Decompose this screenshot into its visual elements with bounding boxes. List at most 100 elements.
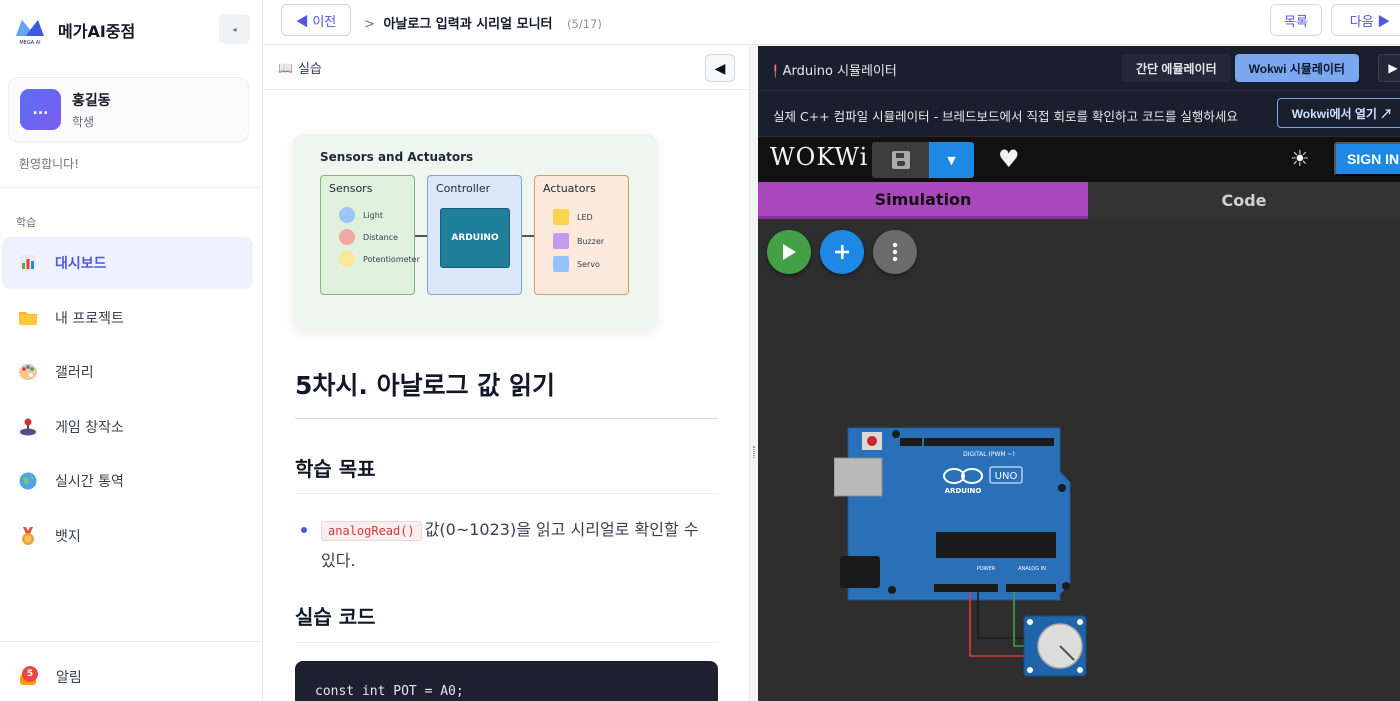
simulator-header: ╿ Arduino 시뮬레이터 간단 에뮬레이터 Wokwi 시뮬레이터 ▶ bbox=[758, 46, 1400, 90]
simple-emulator-button[interactable]: 간단 에뮬레이터 bbox=[1122, 54, 1231, 82]
actuator-item: Buzzer bbox=[553, 233, 604, 249]
save-dropdown-button[interactable]: ▼ bbox=[929, 142, 974, 178]
more-vertical-icon bbox=[892, 242, 898, 262]
theme-toggle-icon[interactable]: ☀ bbox=[1290, 147, 1310, 172]
sidebar-item-label: 대시보드 bbox=[55, 256, 107, 272]
lesson-panel[interactable]: 📖 실습 ◀ Sensors and Actuators Sensors Lig… bbox=[263, 46, 750, 701]
sensors-title: Sensors bbox=[329, 182, 373, 195]
sidebar-item-label: 내 프로젝트 bbox=[55, 310, 124, 327]
heart-icon[interactable]: ♥ bbox=[998, 145, 1020, 173]
prev-button[interactable]: ◀ 이전 bbox=[281, 4, 351, 36]
simulator-description: 실제 C++ 컴파일 시뮬레이터 - 브레드보드에서 직접 회로를 확인하고 코… bbox=[773, 109, 1238, 124]
globe-icon bbox=[18, 471, 38, 491]
sensor-item: Distance bbox=[339, 229, 398, 245]
power-label: POWER bbox=[977, 566, 996, 572]
sidebar-divider bbox=[0, 641, 263, 642]
title-divider bbox=[295, 418, 718, 419]
board-brand: ARDUINO bbox=[945, 487, 982, 495]
sensor-item: Potentiometer bbox=[339, 251, 420, 267]
brand-logo[interactable]: MEGA AI bbox=[12, 12, 48, 48]
joystick-icon bbox=[18, 417, 38, 437]
controller-title: Controller bbox=[436, 182, 491, 195]
digital-label: DIGITAL (PWM ~) bbox=[963, 451, 1015, 458]
tab-code[interactable]: Code bbox=[1088, 182, 1400, 219]
sensors-box: Sensors Light Distance Potentiometer bbox=[320, 175, 420, 295]
book-icon: 📖 bbox=[278, 60, 293, 75]
actuators-title: Actuators bbox=[543, 182, 596, 195]
arduino-uno-board[interactable]: DIGITAL (PWM ~) UNO ARDUINO POWER ANALOG… bbox=[834, 424, 1094, 684]
list-button[interactable]: 목록 bbox=[1270, 4, 1322, 36]
actuator-item: Servo bbox=[553, 256, 600, 272]
sidebar-item-label: 게임 창작소 bbox=[55, 419, 124, 436]
next-button[interactable]: 다음 ▶ bbox=[1331, 4, 1400, 36]
inline-code: analogRead() bbox=[321, 521, 422, 541]
notification-badge: 5 bbox=[22, 666, 38, 682]
user-role: 학생 bbox=[72, 114, 95, 129]
tab-simulation[interactable]: Simulation bbox=[758, 182, 1088, 219]
sidebar: MEGA AI 메가AI중점 ◂ ... 홍길동 학생 환영합니다! 학습 대시… bbox=[0, 0, 263, 701]
sidebar-item-dashboard[interactable]: 대시보드 bbox=[2, 237, 253, 289]
breadcrumb-arrow: > bbox=[364, 17, 375, 32]
sensors-actuators-diagram: Sensors and Actuators Sensors Light Dist… bbox=[293, 134, 657, 330]
actuator-item: LED bbox=[553, 209, 593, 225]
sidebar-item-badges[interactable]: 뱃지 bbox=[2, 510, 253, 562]
diagram-title: Sensors and Actuators bbox=[320, 150, 474, 164]
sidebar-item-label: 실시간 통역 bbox=[55, 474, 124, 491]
connector-line bbox=[522, 235, 534, 237]
sidebar-nav: 대시보드 내 프로젝트 갤러리 게임 창작소 실시간 통역 뱃지 bbox=[2, 237, 253, 565]
code-block[interactable]: const int POT = A0; bbox=[295, 661, 718, 701]
sidebar-item-label: 갤러리 bbox=[55, 365, 94, 382]
actuators-box: Actuators LED Buzzer Servo bbox=[534, 175, 629, 295]
page-title: 아날로그 입력과 시리얼 모니터 bbox=[383, 17, 553, 32]
arduino-chip: ARDUINO bbox=[440, 208, 510, 268]
add-part-button[interactable] bbox=[820, 230, 864, 274]
panel-toggle-button[interactable]: ◀ bbox=[705, 54, 735, 82]
start-simulation-button[interactable] bbox=[767, 230, 811, 274]
code-line: const int POT = A0; bbox=[315, 684, 464, 699]
code-heading: 실습 코드 bbox=[295, 605, 376, 629]
sensor-item: Light bbox=[339, 207, 383, 223]
sidebar-item-game-studio[interactable]: 게임 창작소 bbox=[2, 401, 253, 453]
chart-icon bbox=[18, 253, 38, 273]
lesson-header-label: 실습 bbox=[297, 62, 322, 77]
user-card[interactable]: ... 홍길동 학생 bbox=[8, 77, 249, 142]
connector-line bbox=[415, 235, 427, 237]
simulator-mode-toggle: 간단 에뮬레이터 Wokwi 시뮬레이터 bbox=[1122, 54, 1359, 82]
sidebar-item-live-translate[interactable]: 실시간 통역 bbox=[2, 455, 253, 507]
notifications-item[interactable]: 5 알림 bbox=[0, 658, 263, 696]
simulator-subheader: 실제 C++ 컴파일 시뮬레이터 - 브레드보드에서 직접 회로를 확인하고 코… bbox=[758, 90, 1400, 136]
brand-name: 메가AI중점 bbox=[58, 22, 136, 41]
sign-in-button[interactable]: SIGN IN bbox=[1334, 142, 1400, 176]
simulator-title: ╿ Arduino 시뮬레이터 bbox=[772, 64, 897, 79]
lesson-progress: (5/17) bbox=[567, 17, 602, 31]
sidebar-item-my-projects[interactable]: 내 프로젝트 bbox=[2, 292, 253, 344]
notifications-label: 알림 bbox=[56, 670, 82, 686]
save-button[interactable] bbox=[872, 142, 929, 178]
wokwi-tabs: Simulation Code bbox=[758, 182, 1400, 219]
heading-divider bbox=[295, 642, 718, 643]
plus-icon bbox=[835, 245, 849, 259]
simulation-canvas[interactable]: DIGITAL (PWM ~) UNO ARDUINO POWER ANALOG… bbox=[758, 219, 1400, 701]
pin-icon: ╿ bbox=[772, 65, 779, 78]
user-info: 홍길동 학생 bbox=[72, 90, 111, 130]
more-options-button[interactable] bbox=[873, 230, 917, 274]
brand: MEGA AI 메가AI중점 ◂ bbox=[0, 0, 262, 60]
splitter-grip-icon bbox=[753, 446, 755, 458]
play-icon bbox=[783, 244, 796, 260]
lesson-header: 📖 실습 ◀ bbox=[263, 46, 749, 90]
lesson-title: 5차시. 아날로그 값 읽기 bbox=[295, 371, 556, 400]
sidebar-item-gallery[interactable]: 갤러리 bbox=[2, 346, 253, 398]
run-button[interactable]: ▶ bbox=[1378, 54, 1400, 82]
save-icon bbox=[891, 151, 910, 169]
wokwi-simulator-button[interactable]: Wokwi 시뮬레이터 bbox=[1234, 54, 1359, 82]
sidebar-collapse-button[interactable]: ◂ bbox=[219, 14, 250, 44]
analog-label: ANALOG IN bbox=[1018, 566, 1046, 572]
user-name: 홍길동 bbox=[72, 92, 111, 109]
svg-text:MEGA AI: MEGA AI bbox=[19, 40, 40, 46]
folder-icon bbox=[18, 308, 38, 328]
top-bar: ◀ 이전 > 아날로그 입력과 시리얼 모니터 (5/17) 목록 다음 ▶ bbox=[263, 0, 1400, 45]
open-in-wokwi-button[interactable]: Wokwi에서 열기 ↗ bbox=[1277, 98, 1400, 128]
controller-box: Controller ARDUINO bbox=[427, 175, 522, 295]
wokwi-logo[interactable]: WOKWi bbox=[770, 143, 868, 171]
panel-splitter[interactable] bbox=[750, 46, 758, 701]
